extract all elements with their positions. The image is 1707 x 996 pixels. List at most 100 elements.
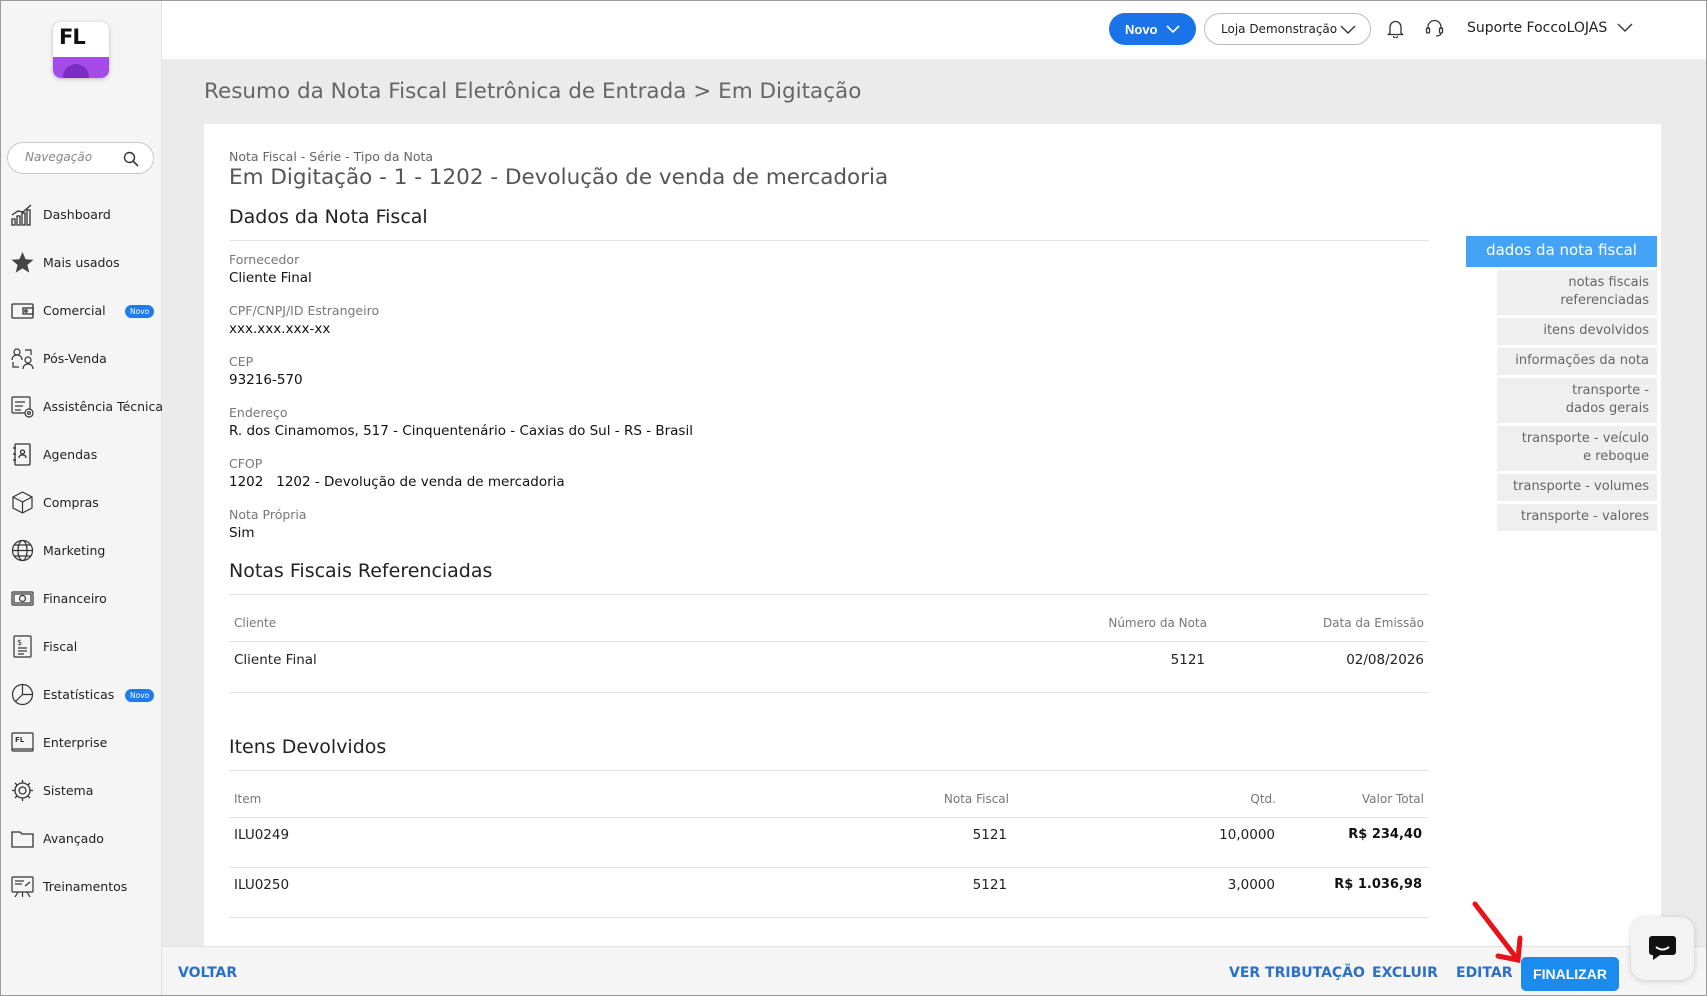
field-value: 93216-570	[229, 372, 303, 388]
box-icon	[12, 490, 33, 514]
chevron-down-icon	[1340, 25, 1356, 34]
field-label: Fornecedor	[229, 252, 300, 267]
column-header: Qtd.	[1250, 792, 1276, 806]
anchor-notas-referenciadas[interactable]: notas fiscais referenciadas	[1497, 270, 1657, 315]
anchor-transporte-valores[interactable]: transporte - valores	[1497, 504, 1657, 531]
field-label: CFOP	[229, 456, 263, 471]
bell-icon[interactable]	[1387, 19, 1404, 38]
sidebar-item-enterprise[interactable]: FL Enterprise	[0, 718, 162, 766]
search-icon[interactable]	[123, 151, 139, 167]
nav-list: Dashboard Mais usados Comercial Novo Pós…	[0, 190, 164, 910]
cell: 02/08/2026	[1346, 652, 1424, 668]
app-logo[interactable]: FL	[53, 22, 109, 78]
annotation-arrow-icon	[1472, 901, 1523, 963]
cell: 5121	[972, 827, 1007, 843]
section-anchor-nav: dados da nota fiscal notas fiscais refer…	[1466, 236, 1657, 534]
anchor-transporte-veiculo[interactable]: transporte - veículo e reboque	[1497, 426, 1657, 471]
section-title-items: Itens Devolvidos	[229, 736, 387, 758]
new-button[interactable]: Novo	[1109, 13, 1196, 45]
view-tax-button[interactable]: VER TRIBUTAÇÃO	[1229, 965, 1365, 981]
sidebar-item-label: Pós-Venda	[43, 350, 107, 366]
store-select-value: Loja Demonstração	[1221, 22, 1338, 36]
chart-bars-icon	[11, 204, 32, 226]
enterprise-window-icon: FL	[11, 731, 34, 752]
divider	[229, 692, 1429, 693]
sidebar-item-pos-venda[interactable]: Pós-Venda	[0, 334, 162, 382]
sidebar-item-marketing[interactable]: Marketing	[0, 526, 162, 574]
cell: 5121	[1170, 652, 1205, 668]
section-title-referenced: Notas Fiscais Referenciadas	[229, 560, 493, 582]
sidebar-item-fiscal[interactable]: $ Fiscal	[0, 622, 162, 670]
user-name: Suporte FoccoLOJAS	[1467, 20, 1608, 36]
sidebar-item-comercial[interactable]: Comercial Novo	[0, 286, 162, 334]
sidebar-item-agendas[interactable]: Agendas	[0, 430, 162, 478]
wallet-icon	[11, 302, 34, 319]
sidebar-item-label: Assistência Técnica	[43, 398, 164, 414]
delete-button[interactable]: EXCLUIR	[1372, 965, 1438, 981]
sidebar-item-estatisticas[interactable]: Estatísticas Novo	[0, 670, 162, 718]
pie-chart-icon	[11, 683, 34, 705]
sidebar-item-financeiro[interactable]: Financeiro	[0, 574, 162, 622]
people-exchange-icon	[11, 347, 34, 369]
note-heading: Em Digitação - 1 - 1202 - Devolução de v…	[229, 165, 889, 190]
field-label: CEP	[229, 354, 254, 369]
anchor-transporte-volumes[interactable]: transporte - volumes	[1497, 474, 1657, 501]
store-select[interactable]: Loja Demonstração	[1204, 13, 1371, 45]
finish-button[interactable]: FINALIZAR	[1521, 957, 1619, 991]
divider	[229, 594, 1429, 595]
field-value: 1202 1202 - Devolução de venda de mercad…	[229, 474, 565, 490]
new-badge: Novo	[125, 689, 155, 702]
sidebar-item-sistema[interactable]: Sistema	[0, 766, 162, 814]
column-header: Data da Emissão	[1322, 616, 1424, 630]
logo-text: FL	[59, 25, 86, 49]
banknote-icon	[11, 590, 34, 606]
column-header: Cliente	[234, 616, 277, 630]
sidebar-item-favorites[interactable]: Mais usados	[0, 238, 162, 286]
cell: 5121	[972, 877, 1007, 893]
headset-icon[interactable]	[1425, 19, 1444, 38]
user-menu[interactable]: Suporte FoccoLOJAS	[1467, 20, 1633, 36]
sidebar-item-label: Avançado	[43, 830, 104, 846]
anchor-itens-devolvidos[interactable]: itens devolvidos	[1497, 318, 1657, 345]
sidebar-item-label: Agendas	[43, 446, 98, 462]
sidebar-item-treinamentos[interactable]: Treinamentos	[0, 862, 162, 910]
chevron-down-icon	[1165, 24, 1180, 33]
sidebar-item-label: Sistema	[43, 782, 94, 798]
document-dollar-icon: $	[13, 634, 32, 658]
sidebar-item-assistencia-tecnica[interactable]: Assistência Técnica	[0, 382, 164, 430]
chat-button[interactable]	[1631, 917, 1694, 980]
sidebar-item-label: Comercial	[43, 302, 106, 318]
column-header: Valor Total	[1361, 792, 1424, 806]
field-value: Sim	[229, 525, 255, 541]
cell: ILU0250	[234, 877, 290, 893]
divider	[229, 867, 1429, 868]
folder-icon	[11, 830, 34, 848]
chat-bubble-icon	[1649, 936, 1676, 960]
anchor-informacoes-nota[interactable]: informações da nota	[1497, 348, 1657, 375]
nav-search-input[interactable]	[25, 150, 125, 164]
sidebar-item-label: Financeiro	[43, 590, 107, 606]
sidebar-item-label: Marketing	[43, 542, 106, 558]
training-board-icon	[11, 875, 34, 897]
anchor-dados-nota-fiscal[interactable]: dados da nota fiscal	[1466, 236, 1657, 267]
cell: 10,0000	[1219, 827, 1275, 843]
sidebar-item-avancado[interactable]: Avançado	[0, 814, 162, 862]
back-button[interactable]: VOLTAR	[178, 965, 237, 981]
new-button-label: Novo	[1125, 21, 1158, 37]
cell: ILU0249	[234, 827, 290, 843]
sidebar-item-compras[interactable]: Compras	[0, 478, 162, 526]
summary-card: Nota Fiscal - Série - Tipo da Nota Em Di…	[204, 124, 1661, 948]
anchor-transporte-dados-gerais[interactable]: transporte - dados gerais	[1497, 378, 1657, 423]
divider	[229, 917, 1429, 918]
sidebar-item-dashboard[interactable]: Dashboard	[0, 190, 162, 238]
divider	[229, 641, 1429, 642]
gear-icon	[12, 779, 33, 801]
column-header: Nota Fiscal	[943, 792, 1009, 806]
sidebar-item-label: Compras	[43, 494, 99, 510]
cell: R$ 234,40	[1348, 827, 1422, 842]
section-title-dados: Dados da Nota Fiscal	[229, 206, 428, 228]
field-value: R. dos Cinamomos, 517 - Cinquentenário -…	[229, 423, 693, 439]
field-label: Nota Própria	[229, 507, 307, 522]
chevron-down-icon	[1617, 23, 1633, 32]
cell: 3,0000	[1227, 877, 1275, 893]
